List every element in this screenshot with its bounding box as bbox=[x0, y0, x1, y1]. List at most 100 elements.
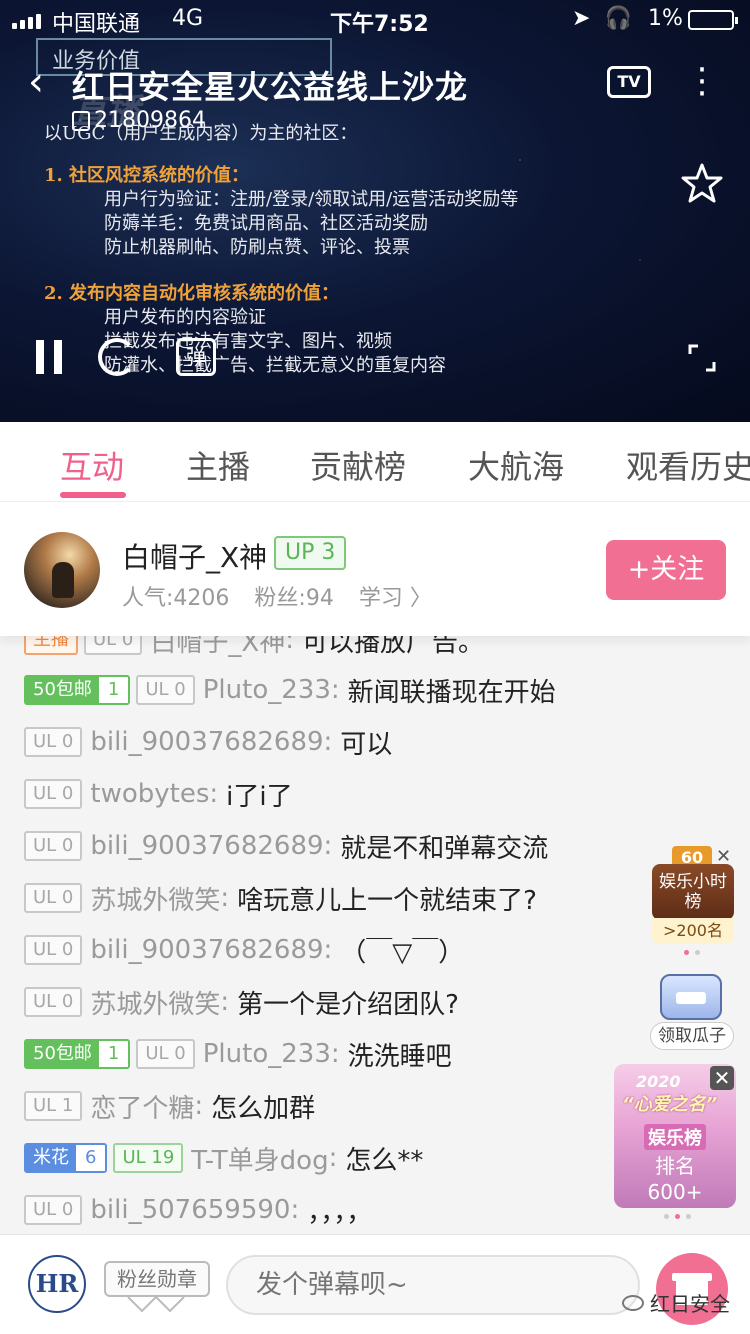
chat-message[interactable]: UL 0 bili_507659590:，，，， bbox=[24, 1190, 372, 1230]
chat-username[interactable]: T-T单身dog bbox=[191, 1140, 328, 1177]
close-icon[interactable]: ✕ bbox=[710, 1066, 734, 1090]
chat-username[interactable]: 苏城外微笑 bbox=[90, 880, 220, 917]
user-level-badge: UL 0 bbox=[84, 636, 143, 655]
rank-label: 娱乐小时榜 bbox=[652, 864, 734, 920]
banner-year: 2020 bbox=[636, 1072, 681, 1091]
status-bar: 中国联通 4G 下午7:52 ➤ 🎧 1% bbox=[0, 0, 750, 40]
chat-message[interactable]: 50包邮 1 UL 0 Pluto_233: 洗洗睡吧 bbox=[24, 1034, 452, 1074]
user-level-badge: UL 0 bbox=[24, 831, 83, 861]
room-tabs: 互动 主播 贡献榜 大航海 观看历史 bbox=[0, 422, 750, 502]
chat-separator: : bbox=[290, 1195, 300, 1225]
danmaku-input[interactable] bbox=[226, 1255, 640, 1315]
live-room-title: 红日安全星火公益线上沙龙 bbox=[72, 68, 469, 106]
chat-text: 新闻联播现在开始 bbox=[347, 677, 556, 708]
treasure-chest-icon bbox=[660, 974, 722, 1020]
entertainment-hourly-rank-widget[interactable]: 60 ✕ 娱乐小时榜 >200名 bbox=[652, 846, 734, 944]
fullscreen-icon[interactable] bbox=[688, 344, 716, 372]
chat-text: 可以 bbox=[340, 729, 393, 760]
chat-message[interactable]: 50包邮 1 UL 0 Pluto_233: 新闻联播现在开始 bbox=[24, 670, 556, 710]
chat-message[interactable]: UL 0 twobytes: i了i了 bbox=[24, 774, 293, 814]
chat-message[interactable]: 主播 UL 0 白帽子_X神: 可以播放广告。 bbox=[24, 636, 484, 660]
chat-username[interactable]: bili_90037682689 bbox=[90, 935, 323, 965]
active-tab-indicator bbox=[60, 492, 126, 498]
slide-item: 用户行为验证：注册/登录/领取试用/运营活动奖励等 bbox=[104, 189, 519, 210]
chat-message[interactable]: UL 0 苏城外微笑: 啥玩意儿上一个就结束了? bbox=[24, 878, 537, 918]
claim-melon-seeds-widget[interactable]: 领取瓜子 bbox=[650, 970, 734, 1050]
chat-text: 可以播放广告。 bbox=[301, 636, 484, 658]
banner-art-text: “心爱之名” bbox=[622, 1094, 718, 1115]
fan-medal-button[interactable]: 粉丝勋章 bbox=[104, 1261, 210, 1297]
refresh-icon[interactable] bbox=[98, 338, 136, 376]
banner-rank-value: 600+ bbox=[647, 1180, 703, 1204]
fan-medal-badge[interactable]: 50包邮 1 bbox=[24, 675, 131, 705]
host-badge: 主播 bbox=[24, 636, 78, 655]
chat-text: 怎么** bbox=[345, 1145, 424, 1176]
chat-text: 怎么加群 bbox=[211, 1093, 316, 1124]
chat-separator: : bbox=[323, 935, 333, 965]
chat-message[interactable]: UL 0 bili_90037682689: 就是不和弹幕交流 bbox=[24, 826, 548, 866]
chat-username[interactable]: 苏城外微笑 bbox=[90, 984, 220, 1021]
chat-message[interactable]: UL 0 bili_90037682689: 可以 bbox=[24, 722, 392, 762]
tab-watch-history[interactable]: 观看历史 bbox=[626, 442, 750, 488]
chat-username[interactable]: Pluto_233 bbox=[203, 675, 331, 705]
user-level-badge: UL 0 bbox=[24, 727, 83, 757]
tab-interaction[interactable]: 互动 bbox=[60, 442, 124, 488]
medal-level: 1 bbox=[98, 677, 129, 703]
chat-separator: : bbox=[209, 779, 219, 809]
headphones-icon: 🎧 bbox=[604, 6, 632, 31]
category-link[interactable]: 学习 〉 bbox=[359, 586, 432, 611]
chat-separator: : bbox=[220, 883, 230, 913]
chat-username[interactable]: twobytes bbox=[90, 779, 209, 809]
carousel-dots bbox=[684, 950, 700, 955]
chat-message[interactable]: UL 0 bili_90037682689: （￣▽￣） bbox=[24, 930, 464, 970]
cast-tv-button[interactable]: TV bbox=[607, 66, 651, 98]
tab-guard[interactable]: 大航海 bbox=[468, 442, 564, 488]
chat-text: 就是不和弹幕交流 bbox=[340, 833, 549, 864]
medal-level: 1 bbox=[98, 1041, 129, 1067]
streamer-stats: 人气:4206 粉丝:94 学习 〉 bbox=[122, 580, 450, 612]
user-level-badge: UL 0 bbox=[24, 935, 83, 965]
live-video-player[interactable]: 中国联通 4G 下午7:52 ➤ 🎧 1% 业务价值 直播 ‹ 红日安全星火公益… bbox=[0, 0, 750, 422]
chat-separator: : bbox=[328, 1143, 338, 1173]
rank-position: >200名 bbox=[652, 918, 734, 944]
fan-medal-badge[interactable]: 50包邮 1 bbox=[24, 1039, 131, 1069]
chat-message[interactable]: 米花 6 UL 19 T-T单身dog: 怎么** bbox=[24, 1138, 423, 1178]
user-level-badge: UL 0 bbox=[24, 987, 83, 1017]
chat-username[interactable]: 白帽子_X神 bbox=[150, 636, 285, 659]
tab-contribution-rank[interactable]: 贡献榜 bbox=[310, 442, 406, 488]
chat-separator: : bbox=[194, 1091, 204, 1121]
signal-strength-icon bbox=[12, 14, 41, 29]
wechat-icon bbox=[622, 1294, 644, 1311]
chat-username[interactable]: Pluto_233 bbox=[203, 1039, 331, 1069]
chat-username[interactable]: bili_90037682689 bbox=[90, 831, 323, 861]
chat-message[interactable]: UL 1 恋了个糖: 怎么加群 bbox=[24, 1086, 315, 1126]
follow-button[interactable]: +关注 bbox=[606, 540, 726, 600]
medal-name: 50包邮 bbox=[26, 1041, 99, 1067]
slide-intro: 以UGC（用户生成内容）为主的社区： bbox=[44, 123, 358, 144]
more-options-icon[interactable]: · · · bbox=[690, 53, 714, 111]
chat-username[interactable]: bili_90037682689 bbox=[90, 727, 323, 757]
user-level-badge: UL 0 bbox=[136, 675, 195, 705]
channel-logo[interactable]: HR bbox=[28, 1255, 86, 1313]
up-level-badge: UP 3 bbox=[274, 536, 347, 570]
danmaku-toggle-button[interactable]: 弹 bbox=[176, 338, 216, 376]
streamer-name[interactable]: 白帽子_X神 bbox=[122, 536, 267, 576]
carousel-dots bbox=[664, 1214, 691, 1219]
slide-item: 防止机器刷帖、防刷点赞、评论、投票 bbox=[104, 237, 410, 258]
bottom-input-bar: HR 粉丝勋章 bbox=[0, 1234, 750, 1334]
chat-text: 第一个是介绍团队? bbox=[237, 989, 459, 1020]
event-banner-2020[interactable]: 2020 “心爱之名” 娱乐榜 排名 600+ ✕ bbox=[614, 1064, 736, 1208]
chat-separator: : bbox=[220, 987, 230, 1017]
chat-username[interactable]: bili_507659590 bbox=[90, 1195, 290, 1225]
pause-icon[interactable] bbox=[36, 340, 64, 374]
fans-count: 粉丝:94 bbox=[254, 586, 334, 611]
chat-text: 啥玩意儿上一个就结束了? bbox=[237, 885, 537, 916]
battery-icon bbox=[688, 10, 738, 30]
fan-medal-badge[interactable]: 米花 6 bbox=[24, 1143, 108, 1173]
streamer-avatar[interactable] bbox=[24, 532, 100, 608]
back-arrow-icon[interactable]: ‹ bbox=[28, 62, 68, 102]
tab-streamer[interactable]: 主播 bbox=[186, 442, 250, 488]
chat-username[interactable]: 恋了个糖 bbox=[90, 1088, 194, 1125]
favorite-star-icon[interactable] bbox=[680, 162, 724, 204]
chat-message[interactable]: UL 0 苏城外微笑: 第一个是介绍团队? bbox=[24, 982, 459, 1022]
